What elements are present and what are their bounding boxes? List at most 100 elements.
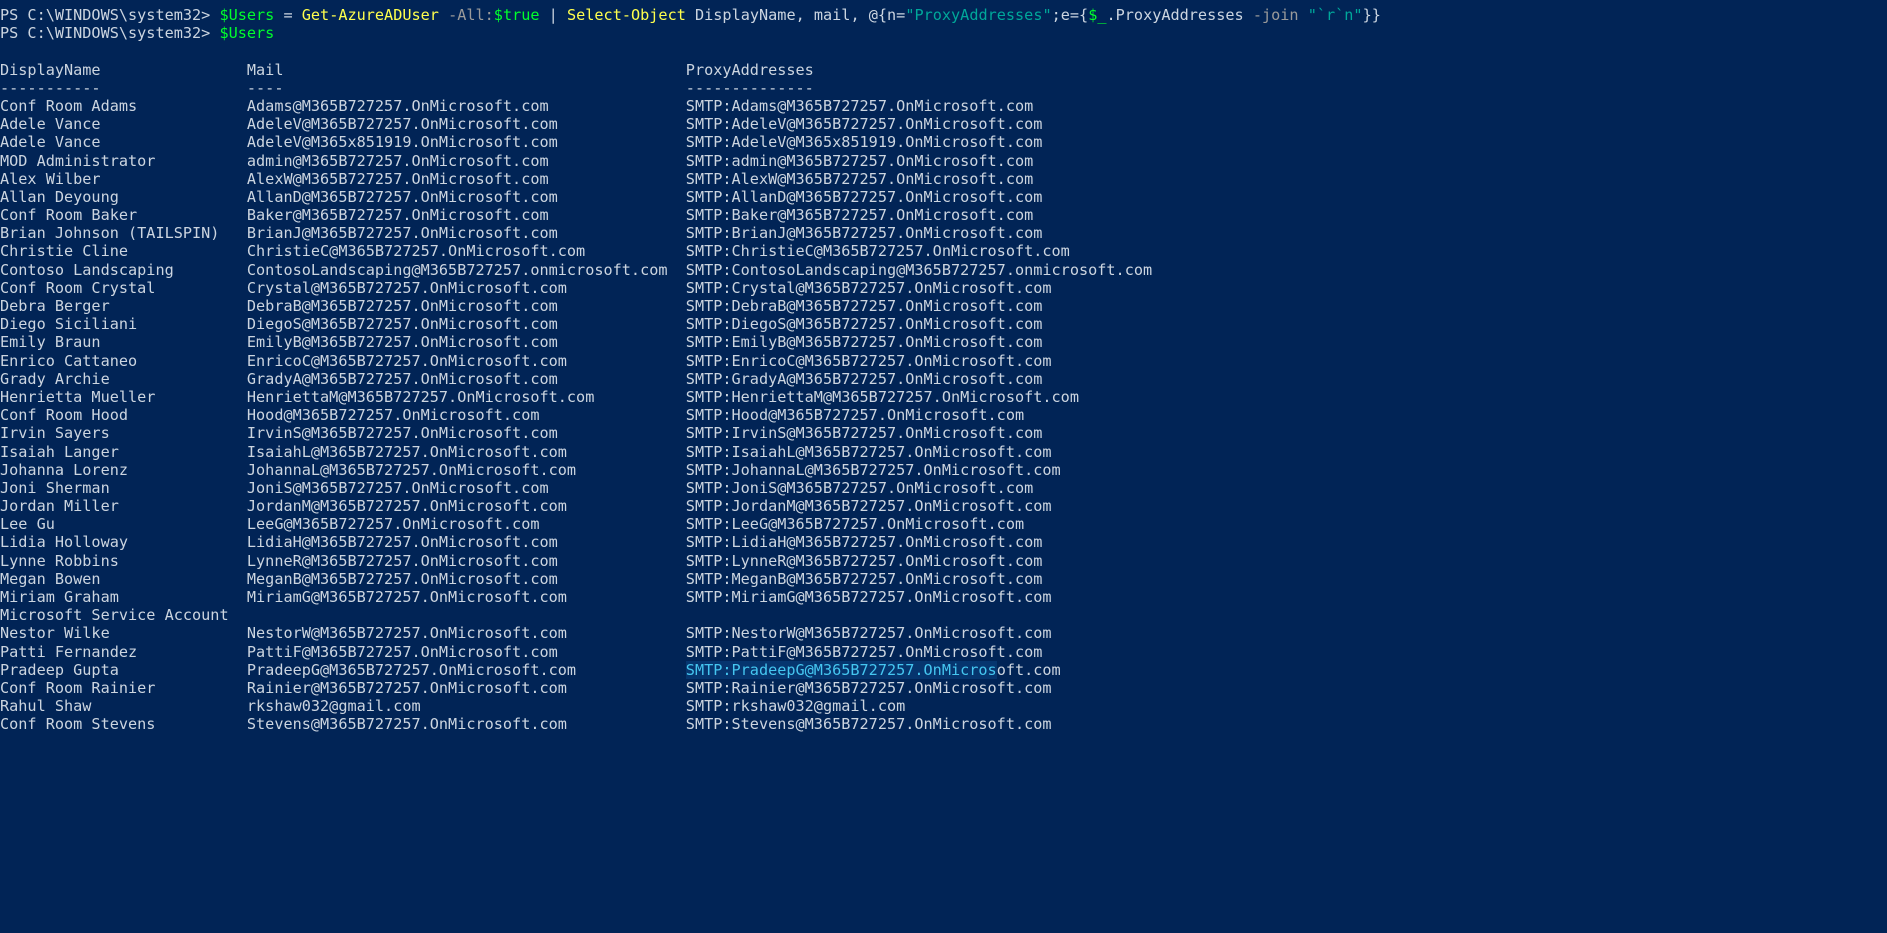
cell-mail: NestorW@M365B727257.OnMicrosoft.com: [246, 624, 686, 643]
table-row: Brian Johnson (TAILSPIN) BrianJ@M365B727…: [0, 224, 1887, 242]
table-row: Enrico Cattaneo EnricoC@M365B727257.OnMi…: [0, 352, 1887, 370]
cell-display-name: Henrietta Mueller: [0, 387, 247, 406]
cell-mail: LynneR@M365B727257.OnMicrosoft.com: [246, 551, 686, 570]
table-row: Adele Vance AdeleV@M365B727257.OnMicroso…: [0, 115, 1887, 133]
command-token: ;e={: [1051, 6, 1089, 24]
cell-display-name: Isaiah Langer: [0, 442, 247, 461]
cell-mail: JordanM@M365B727257.OnMicrosoft.com: [246, 497, 686, 516]
cell-display-name: Jordan Miller: [0, 497, 247, 516]
cell-display-name: Joni Sherman: [0, 478, 247, 497]
cell-proxy: SMTP:Crystal@M365B727257.OnMicrosoft.com: [685, 278, 1052, 297]
cell-proxy: SMTP:admin@M365B727257.OnMicrosoft.com: [685, 151, 1034, 170]
cell-mail: Hood@M365B727257.OnMicrosoft.com: [246, 406, 686, 425]
cell-mail: MiriamG@M365B727257.OnMicrosoft.com: [246, 588, 686, 606]
powershell-console[interactable]: PS C:\WINDOWS\system32> $Users = Get-Azu…: [0, 0, 1887, 933]
cell-mail: Baker@M365B727257.OnMicrosoft.com: [246, 206, 686, 225]
command-token: $_: [1088, 6, 1107, 24]
table-row: Rahul Shaw rkshaw032@gmail.com SMTP:rksh…: [0, 697, 1887, 715]
cell-proxy: SMTP:Stevens@M365B727257.OnMicrosoft.com: [685, 715, 1052, 734]
table-row: Debra Berger DebraB@M365B727257.OnMicros…: [0, 297, 1887, 315]
cell-mail: BrianJ@M365B727257.OnMicrosoft.com: [246, 224, 686, 243]
command-token: $Users: [219, 24, 275, 43]
table-row: Megan Bowen MeganB@M365B727257.OnMicroso…: [0, 570, 1887, 588]
command-token: DisplayName, mail, @{n=: [685, 6, 906, 24]
table-row: Contoso Landscaping ContosoLandscaping@M…: [0, 261, 1887, 279]
cell-proxy: SMTP:DiegoS@M365B727257.OnMicrosoft.com: [685, 315, 1043, 334]
cell-mail: HenriettaM@M365B727257.OnMicrosoft.com: [246, 387, 686, 406]
cell-proxy: oft.com: [996, 660, 1061, 679]
cell-display-name: Megan Bowen: [0, 569, 247, 588]
table-header-row: DisplayName Mail ProxyAddresses: [0, 61, 1887, 79]
cell-proxy: SMTP:EnricoC@M365B727257.OnMicrosoft.com: [685, 351, 1052, 370]
command-token: Select-Object: [566, 6, 686, 24]
cell-display-name: Conf Room Hood: [0, 406, 247, 425]
command-token: -All:: [448, 6, 494, 24]
cell-proxy: SMTP:Rainier@M365B727257.OnMicrosoft.com: [685, 678, 1052, 697]
cell-display-name: Johanna Lorenz: [0, 460, 247, 479]
command-token: "ProxyAddresses": [905, 6, 1052, 24]
cell-proxy: SMTP:JordanM@M365B727257.OnMicrosoft.com: [685, 497, 1052, 516]
command-token: =: [274, 6, 302, 24]
column-header: ProxyAddresses: [685, 60, 1235, 79]
command-token: $Users: [219, 6, 275, 24]
column-underline: -----------: [0, 78, 247, 97]
cell-mail: Stevens@M365B727257.OnMicrosoft.com: [246, 715, 686, 734]
table-row: Diego Siciliani DiegoS@M365B727257.OnMic…: [0, 315, 1887, 333]
cell-mail: AdeleV@M365x851919.OnMicrosoft.com: [246, 133, 686, 152]
command-line[interactable]: PS C:\WINDOWS\system32> $Users: [0, 24, 1887, 42]
cell-display-name: Conf Room Crystal: [0, 278, 247, 297]
table-row: Henrietta Mueller HenriettaM@M365B727257…: [0, 388, 1887, 406]
cell-display-name: Diego Siciliani: [0, 315, 247, 334]
table-row: Conf Room Adams Adams@M365B727257.OnMicr…: [0, 97, 1887, 115]
cell-mail: JohannaL@M365B727257.OnMicrosoft.com: [246, 460, 686, 479]
table-row: Jordan Miller JordanM@M365B727257.OnMicr…: [0, 497, 1887, 515]
cell-display-name: Pradeep Gupta: [0, 660, 247, 679]
cell-display-name: Brian Johnson (TAILSPIN): [0, 224, 247, 243]
table-row: Lidia Holloway LidiaH@M365B727257.OnMicr…: [0, 533, 1887, 551]
command-token: Get-AzureADUser: [301, 6, 439, 24]
cell-mail: ContosoLandscaping@M365B727257.onmicroso…: [246, 260, 686, 279]
table-row: Isaiah Langer IsaiahL@M365B727257.OnMicr…: [0, 443, 1887, 461]
table-row: Grady Archie GradyA@M365B727257.OnMicros…: [0, 370, 1887, 388]
command-token: [439, 6, 448, 24]
cell-proxy: SMTP:Baker@M365B727257.OnMicrosoft.com: [685, 206, 1034, 225]
cell-proxy: SMTP:IrvinS@M365B727257.OnMicrosoft.com: [685, 424, 1043, 443]
cell-proxy: SMTP:rkshaw032@gmail.com: [685, 697, 906, 716]
table-row: Conf Room Stevens Stevens@M365B727257.On…: [0, 715, 1887, 733]
command-token: }}: [1362, 6, 1381, 24]
cell-display-name: Enrico Cattaneo: [0, 351, 247, 370]
cell-display-name: Conf Room Baker: [0, 206, 247, 225]
table-row: Christie Cline ChristieC@M365B727257.OnM…: [0, 242, 1887, 260]
table-row: Irvin Sayers IrvinS@M365B727257.OnMicros…: [0, 424, 1887, 442]
table-header-underline: ----------- ---- --------------: [0, 79, 1887, 97]
cell-display-name: Adele Vance: [0, 115, 247, 134]
cell-display-name: Emily Braun: [0, 333, 247, 352]
cell-proxy: SMTP:ChristieC@M365B727257.OnMicrosoft.c…: [685, 242, 1070, 261]
cell-display-name: Rahul Shaw: [0, 697, 247, 716]
cell-mail: EnricoC@M365B727257.OnMicrosoft.com: [246, 351, 686, 370]
table-row: Nestor Wilke NestorW@M365B727257.OnMicro…: [0, 624, 1887, 642]
table-row: Conf Room Rainier Rainier@M365B727257.On…: [0, 679, 1887, 697]
cell-display-name: Christie Cline: [0, 242, 247, 261]
cell-proxy: SMTP:MeganB@M365B727257.OnMicrosoft.com: [685, 569, 1043, 588]
table-row: Microsoft Service Account: [0, 606, 1887, 624]
command-token: -join: [1252, 6, 1299, 24]
cell-display-name: Contoso Landscaping: [0, 260, 247, 279]
cell-mail: [247, 606, 686, 624]
table-row: Conf Room Crystal Crystal@M365B727257.On…: [0, 279, 1887, 297]
command-token: [1299, 6, 1308, 24]
table-row: Johanna Lorenz JohannaL@M365B727257.OnMi…: [0, 461, 1887, 479]
cell-proxy: SMTP:MiriamG@M365B727257.OnMicrosoft.com: [685, 588, 1052, 606]
cell-mail: Rainier@M365B727257.OnMicrosoft.com: [246, 678, 686, 697]
cell-mail: Crystal@M365B727257.OnMicrosoft.com: [246, 278, 686, 297]
command-line[interactable]: PS C:\WINDOWS\system32> $Users = Get-Azu…: [0, 6, 1887, 24]
cell-mail: rkshaw032@gmail.com: [246, 697, 686, 716]
cell-mail: MeganB@M365B727257.OnMicrosoft.com: [246, 569, 686, 588]
cell-proxy-selected: SMTP:PradeepG@M365B727257.OnMicros: [685, 660, 997, 679]
cell-proxy: SMTP:HenriettaM@M365B727257.OnMicrosoft.…: [685, 387, 1079, 406]
cell-display-name: Adele Vance: [0, 133, 247, 152]
cell-proxy: SMTP:AlexW@M365B727257.OnMicrosoft.com: [685, 169, 1034, 188]
cell-mail: ChristieC@M365B727257.OnMicrosoft.com: [246, 242, 686, 261]
table-row: Lee Gu LeeG@M365B727257.OnMicrosoft.com …: [0, 515, 1887, 533]
